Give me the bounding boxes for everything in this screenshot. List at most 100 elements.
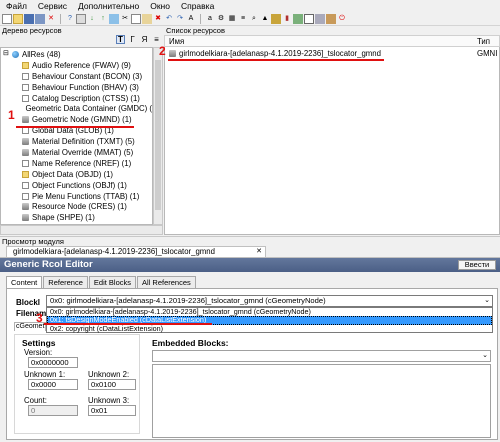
- menu-window[interactable]: Окно: [150, 1, 170, 11]
- new-file-icon[interactable]: [2, 13, 12, 24]
- document-icon: [22, 181, 29, 189]
- grid-icon[interactable]: ▦: [227, 14, 237, 24]
- tree-item-label: Behaviour Constant (BCON) (3): [32, 71, 143, 81]
- save-icon[interactable]: [24, 13, 34, 24]
- tree-item[interactable]: Shape (SHPE) (1): [3, 212, 152, 223]
- menu-extra[interactable]: Дополнительно: [78, 1, 139, 11]
- help-icon[interactable]: ?: [65, 14, 75, 24]
- tree-item[interactable]: Audio Reference (FWAV) (9): [3, 60, 152, 71]
- resource-list[interactable]: girlmodelkiara-[adelanasp-4.1.2019-2236]…: [164, 47, 500, 235]
- tree-item-label: Behaviour Function (BHAV) (3): [32, 82, 139, 92]
- dropdown-option[interactable]: 0x2: copyright (cDataListExtension): [47, 325, 492, 333]
- preview-header: Просмотр модуля: [0, 236, 500, 246]
- version-field[interactable]: 0x0000000: [28, 357, 78, 368]
- tree-item[interactable]: Name Reference (NREF) (1): [3, 158, 152, 169]
- annotation-underline-3: [44, 323, 212, 325]
- paste-icon[interactable]: [142, 13, 152, 24]
- open-folder-icon[interactable]: [13, 13, 23, 24]
- chevron-down-icon[interactable]: ⌄: [484, 296, 490, 306]
- tree-item[interactable]: Behaviour Function (BHAV) (3): [3, 82, 152, 93]
- document-icon: [22, 127, 29, 135]
- view-button-list[interactable]: ≡: [152, 35, 161, 44]
- resource-tree[interactable]: ⊟ AllRes (48) Audio Reference (FWAV) (9)…: [0, 47, 153, 225]
- image-icon[interactable]: [109, 13, 119, 24]
- commit-button[interactable]: Ввести: [458, 260, 496, 270]
- menu-file[interactable]: Файл: [6, 1, 27, 11]
- save-all-icon[interactable]: [35, 13, 45, 24]
- tree-item[interactable]: Geometric Data Container (GMDC) (: [3, 103, 152, 114]
- document-icon: [22, 192, 29, 200]
- chevron-down-icon[interactable]: ⌄: [482, 351, 488, 359]
- tree-item[interactable]: Behaviour Constant (BCON) (3): [3, 71, 152, 82]
- tree-root-label: AllRes (48): [22, 49, 61, 59]
- redo-icon[interactable]: ↷: [175, 14, 185, 24]
- unknown3-field[interactable]: 0x01: [88, 405, 136, 416]
- undo-icon[interactable]: ↶: [164, 14, 174, 24]
- tab-all-references[interactable]: All References: [137, 276, 196, 288]
- menu-service[interactable]: Сервис: [38, 1, 67, 11]
- package-icon[interactable]: [326, 13, 336, 24]
- text-icon[interactable]: A: [186, 14, 196, 24]
- tab-edit-blocks[interactable]: Edit Blocks: [88, 276, 136, 288]
- tree-item-label: Geometric Data Container (GMDC) (: [25, 104, 152, 114]
- chart-icon[interactable]: ▮: [282, 14, 292, 24]
- search-icon[interactable]: ⌕: [249, 14, 259, 24]
- document-tab[interactable]: girlmodelkiara-[adelanasp-4.1.2019-2236]…: [6, 246, 266, 257]
- collapse-icon[interactable]: ⊟: [3, 50, 9, 57]
- blocklist-select[interactable]: 0x0: girlmodelkiara-[adelanasp-4.1.2019-…: [46, 295, 493, 307]
- column-type[interactable]: Тип: [477, 37, 499, 46]
- scrollbar-thumb[interactable]: [155, 60, 161, 210]
- blocklist-dropdown[interactable]: 0x0: girlmodelkiara-[adelanasp-4.1.2019-…: [46, 307, 493, 333]
- document-tab-label: girlmodelkiara-[adelanasp-4.1.2019-2236]…: [13, 247, 215, 256]
- tree-item[interactable]: Resource Node (CRES) (1): [3, 201, 152, 212]
- column-name[interactable]: Имя: [165, 37, 477, 46]
- export-icon[interactable]: ↑: [98, 14, 108, 24]
- toolbar-separator: [60, 13, 61, 24]
- cylinder-icon: [169, 49, 176, 57]
- list-row[interactable]: girlmodelkiara-[adelanasp-4.1.2019-2236]…: [165, 47, 499, 59]
- font-icon[interactable]: a: [205, 14, 215, 24]
- tree-item[interactable]: Material Definition (TXMT) (5): [3, 136, 152, 147]
- arrow-up-icon[interactable]: ▲: [260, 14, 270, 24]
- tree-vertical-scrollbar[interactable]: [153, 47, 163, 225]
- settings-icon[interactable]: ⚙: [216, 14, 226, 24]
- copy-icon[interactable]: [131, 13, 141, 24]
- tree-root-node[interactable]: ⊟ AllRes (48): [3, 49, 152, 60]
- blocklist-label: Blockl: [16, 298, 41, 307]
- menu-help[interactable]: Справка: [181, 1, 214, 11]
- properties-icon[interactable]: [76, 13, 86, 24]
- view-button-ya[interactable]: Я: [140, 35, 149, 44]
- lock-icon[interactable]: [271, 13, 281, 24]
- count-field: 0: [28, 405, 78, 416]
- tree-item[interactable]: Material Override (MMAT) (5): [3, 147, 152, 158]
- dropdown-option[interactable]: 0x0: girlmodelkiara-[adelanasp-4.1.2019-…: [47, 308, 492, 316]
- toggle-icon[interactable]: [315, 13, 325, 24]
- tree-view-buttons: T Г Я ≡: [0, 35, 163, 46]
- cut-icon[interactable]: ✂: [120, 14, 130, 24]
- tree-item-gmnd[interactable]: Geometric Node (GMND) (1): [3, 114, 152, 125]
- tree-item[interactable]: Object Functions (OBJf) (1): [3, 180, 152, 191]
- exit-icon[interactable]: ⏻: [337, 14, 347, 24]
- window-icon[interactable]: [304, 13, 314, 24]
- resource-list-header: Список ресурсов: [164, 26, 500, 35]
- delete-icon[interactable]: ✖: [153, 14, 163, 24]
- close-icon[interactable]: ✕: [46, 14, 56, 24]
- unknown1-field[interactable]: 0x0000: [28, 379, 78, 390]
- unknown2-field[interactable]: 0x0100: [88, 379, 136, 390]
- tree-item[interactable]: Pie Menu Functions (TTAB) (1): [3, 191, 152, 202]
- plugin-icon[interactable]: [293, 13, 303, 24]
- view-button-t[interactable]: T: [116, 35, 125, 44]
- embedded-blocks-list[interactable]: [152, 364, 491, 438]
- annotation-marker-2: 2: [159, 44, 166, 58]
- tree-item-label: Audio Reference (FWAV) (9): [32, 60, 131, 70]
- list-icon[interactable]: ≡: [238, 14, 248, 24]
- import-icon[interactable]: ↓: [87, 14, 97, 24]
- tree-item[interactable]: Catalog Description (CTSS) (1): [3, 93, 152, 104]
- view-button-g[interactable]: Г: [128, 35, 137, 44]
- tree-horizontal-scrollbar[interactable]: [0, 225, 163, 235]
- tab-reference[interactable]: Reference: [43, 276, 88, 288]
- embedded-blocks-select[interactable]: ⌄: [152, 350, 491, 362]
- tab-content[interactable]: Content: [6, 276, 43, 288]
- close-tab-icon[interactable]: ✕: [256, 247, 262, 257]
- tree-item[interactable]: Object Data (OBJD) (1): [3, 169, 152, 180]
